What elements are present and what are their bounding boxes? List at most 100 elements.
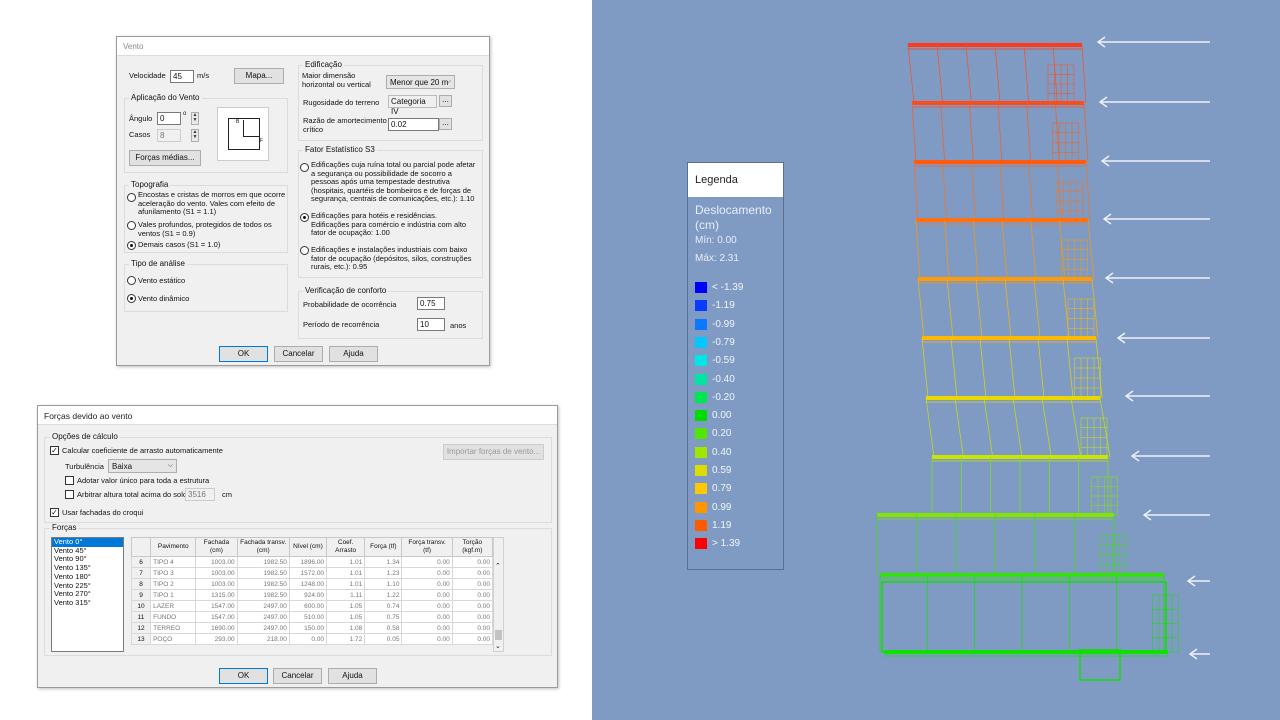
table-cell[interactable]: 1982.50 — [236, 556, 290, 568]
table-cell[interactable]: 0.00 — [401, 556, 453, 568]
table-cell[interactable]: 0.00 — [451, 556, 494, 568]
importar-forcas-button[interactable]: Importar forças de vento... — [443, 444, 544, 460]
table-cell[interactable]: 0.00 — [401, 600, 453, 612]
vento-dinamico-radio[interactable] — [127, 294, 136, 303]
table-cell[interactable]: 2497.00 — [236, 611, 290, 623]
table-cell[interactable]: 218.00 — [236, 633, 290, 645]
table-cell[interactable]: 1982.50 — [236, 567, 290, 579]
table-cell[interactable]: 0.00 — [401, 611, 453, 623]
table-cell[interactable]: 1248.00 — [288, 578, 328, 590]
table-cell[interactable]: TIPO 4 — [150, 556, 197, 568]
maior-dim-select[interactable]: Menor que 20 m ⌵ — [386, 75, 455, 89]
table-cell[interactable]: 510.00 — [288, 611, 328, 623]
amortecimento-input[interactable]: 0.02 — [388, 118, 439, 131]
table-cell[interactable]: 0.74 — [364, 600, 403, 612]
mapa-button[interactable]: Mapa... — [234, 68, 284, 84]
vento-cancelar-button[interactable]: Cancelar — [274, 346, 323, 362]
table-cell[interactable]: 1690.00 — [195, 622, 238, 634]
table-cell[interactable]: 0.00 — [451, 633, 494, 645]
adotar-checkbox[interactable] — [65, 476, 74, 485]
scroll-up-icon[interactable]: ⌃ — [495, 562, 501, 570]
table-cell[interactable]: 0.00 — [451, 600, 494, 612]
amortecimento-browse-button[interactable]: ... — [439, 118, 452, 130]
table-cell[interactable]: 1003.00 — [195, 556, 238, 568]
s3-radio-3[interactable] — [300, 246, 309, 255]
table-cell[interactable]: 1.01 — [326, 556, 366, 568]
scroll-down-icon[interactable]: ⌄ — [495, 642, 501, 650]
table-cell[interactable]: 1547.00 — [195, 611, 238, 623]
table-cell[interactable]: 1547.00 — [195, 600, 238, 612]
table-cell[interactable]: 1982.50 — [236, 578, 290, 590]
table-cell[interactable]: 0.00 — [451, 611, 494, 623]
table-cell[interactable]: 1.72 — [326, 633, 366, 645]
table-cell[interactable]: 1896.00 — [288, 556, 328, 568]
table-cell[interactable]: 0.00 — [401, 567, 453, 579]
table-cell[interactable]: 0.00 — [401, 589, 453, 601]
structure-3d-view[interactable]: Legenda Deslocamento (cm) Mín: 0.00 Máx:… — [592, 0, 1280, 720]
table-cell[interactable]: TIPO 1 — [150, 589, 197, 601]
table-cell[interactable]: 1.01 — [326, 578, 366, 590]
arbitrar-checkbox[interactable] — [65, 490, 74, 499]
table-cell[interactable]: 0.75 — [364, 611, 403, 623]
table-row[interactable]: 6 TIPO 4 1003.00 1982.50 1896.00 1.01 1.34 0.00… — [130, 556, 494, 568]
periodo-input[interactable]: 10 — [417, 318, 445, 331]
forcas-ok-button[interactable]: OK — [219, 668, 268, 684]
vento-ajuda-button[interactable]: Ajuda — [329, 346, 378, 362]
table-cell[interactable]: 0.00 — [451, 578, 494, 590]
table-row[interactable]: 13 POÇO 293.00 218.00 0.00 1.72 0.05 0.00 0.00 — [130, 633, 494, 645]
table-cell[interactable]: TERREO — [150, 622, 197, 634]
casos-input[interactable]: 8 — [157, 129, 181, 142]
table-cell[interactable]: FUNDO — [150, 611, 197, 623]
table-cell[interactable]: 1.23 — [364, 567, 403, 579]
table-cell[interactable]: POÇO — [150, 633, 197, 645]
angulo-stepper[interactable]: ▲ ▼ — [191, 112, 199, 125]
rugosidade-browse-button[interactable]: ... — [439, 95, 452, 107]
topografia-radio-2[interactable] — [127, 221, 136, 230]
table-cell[interactable]: 600.00 — [288, 600, 328, 612]
table-row[interactable]: 8 TIPO 2 1003.00 1982.50 1248.00 1.01 1.10 0.00… — [130, 578, 494, 590]
table-cell[interactable]: 1315.00 — [195, 589, 238, 601]
probabilidade-input[interactable]: 0.75 — [417, 297, 445, 310]
table-cell[interactable]: LAZER — [150, 600, 197, 612]
table-cell[interactable]: 0.00 — [451, 622, 494, 634]
list-item[interactable]: Vento 315° — [52, 598, 123, 608]
forcas-cancelar-button[interactable]: Cancelar — [273, 668, 322, 684]
arbitrar-input[interactable]: 3516 — [185, 488, 215, 501]
turbulencia-select[interactable]: Baixa ⌵ — [108, 459, 177, 473]
table-cell[interactable]: 293.00 — [195, 633, 238, 645]
table-row[interactable]: 9 TIPO 1 1315.00 1982.50 924.00 1.11 1.22 0.00 0… — [130, 589, 494, 601]
table-cell[interactable]: 1.22 — [364, 589, 403, 601]
table-cell[interactable]: 1003.00 — [195, 578, 238, 590]
table-row[interactable]: 7 TIPO 3 1003.00 1982.50 1572.00 1.01 1.23 0.00… — [130, 567, 494, 579]
topografia-radio-3[interactable] — [127, 241, 136, 250]
table-cell[interactable]: 1.01 — [326, 567, 366, 579]
table-cell[interactable]: 0.05 — [364, 633, 403, 645]
table-cell[interactable]: 150.00 — [288, 622, 328, 634]
table-cell[interactable]: 1.10 — [364, 578, 403, 590]
table-cell[interactable]: 2497.00 — [236, 600, 290, 612]
table-cell[interactable]: 924.00 — [288, 589, 328, 601]
s3-radio-2[interactable] — [300, 213, 309, 222]
table-cell[interactable]: TIPO 3 — [150, 567, 197, 579]
table-cell[interactable]: 1982.50 — [236, 589, 290, 601]
vento-estatico-radio[interactable] — [127, 276, 136, 285]
table-cell[interactable]: 1.05 — [326, 611, 366, 623]
table-cell[interactable]: 0.00 — [451, 589, 494, 601]
table-cell[interactable]: 1.34 — [364, 556, 403, 568]
table-cell[interactable]: 1.05 — [326, 600, 366, 612]
s3-radio-1[interactable] — [300, 163, 309, 172]
table-scrollbar[interactable]: ⌃ ⌄ — [493, 537, 504, 652]
table-row[interactable]: 10 LAZER 1547.00 2497.00 600.00 1.05 0.74 0.00 0… — [130, 600, 494, 612]
table-cell[interactable]: 2497.00 — [236, 622, 290, 634]
table-cell[interactable]: 0.00 — [288, 633, 328, 645]
forcas-medias-button[interactable]: Forças médias... — [129, 150, 201, 166]
table-cell[interactable]: 0.00 — [401, 578, 453, 590]
vento-direction-list[interactable]: Vento 0° Vento 45° Vento 90° Vento 135° … — [51, 537, 124, 652]
table-cell[interactable]: 0.00 — [401, 622, 453, 634]
table-cell[interactable]: 1.11 — [326, 589, 366, 601]
table-cell[interactable]: 1572.00 — [288, 567, 328, 579]
scrollbar-thumb[interactable] — [495, 630, 502, 640]
table-cell[interactable]: 0.00 — [451, 567, 494, 579]
table-cell[interactable]: 1.08 — [326, 622, 366, 634]
table-cell[interactable]: 0.00 — [401, 633, 453, 645]
